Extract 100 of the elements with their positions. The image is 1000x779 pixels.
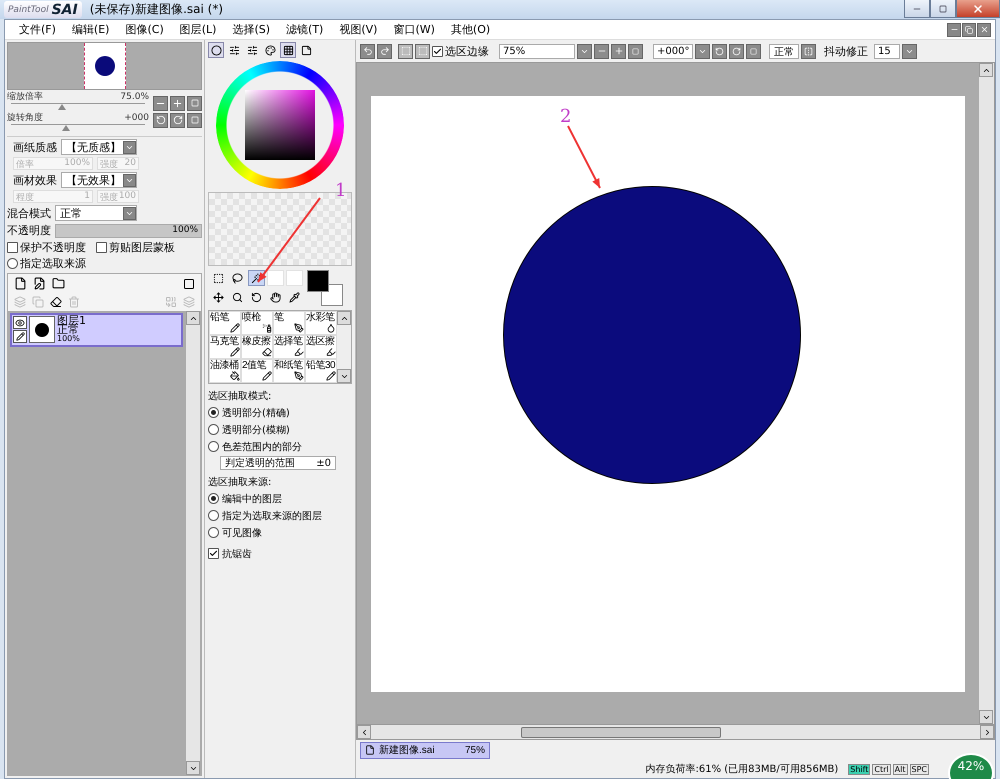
menu-item[interactable]: 文件(F) [11, 22, 64, 37]
reset-button[interactable] [187, 112, 202, 128]
minimize-button[interactable] [904, 0, 930, 18]
scroll-button[interactable] [979, 63, 993, 77]
scroll-button[interactable] [186, 761, 200, 775]
menu-item[interactable]: 视图(V) [331, 22, 386, 37]
eyedropper-icon [289, 292, 300, 302]
menu-item[interactable]: 选择(S) [224, 22, 278, 37]
flip-button[interactable] [801, 44, 816, 58]
annotation-arrow [567, 126, 601, 188]
highlighter-icon [294, 347, 304, 357]
invert-selection-button[interactable] [415, 44, 430, 58]
menu-item[interactable]: 窗口(W) [385, 22, 443, 37]
dropdown-button[interactable] [695, 44, 710, 58]
range-field[interactable]: 判定透明的范围 ±0 [220, 456, 336, 470]
radio-button[interactable] [208, 441, 219, 452]
minimize-button[interactable] [947, 22, 961, 36]
zoom-out-button[interactable] [594, 44, 609, 58]
maximize-button[interactable] [930, 0, 956, 18]
opacity-slider[interactable]: 100% [55, 224, 202, 238]
radio-button[interactable] [208, 493, 219, 504]
radio-button[interactable] [7, 258, 18, 269]
brush-slot[interactable]: 喷枪 [241, 311, 273, 335]
square-icon [750, 48, 757, 54]
brush-slot[interactable]: 选择笔 [273, 335, 305, 359]
dropdown-button[interactable] [902, 44, 917, 58]
radio-button[interactable] [208, 407, 219, 418]
brush-slot[interactable]: 马克笔 [209, 335, 241, 359]
check-icon [209, 549, 218, 558]
menu-item[interactable]: 图层(L) [172, 22, 224, 37]
scrollbar[interactable] [337, 311, 351, 383]
lock-toggle[interactable] [13, 330, 27, 343]
color-swatch[interactable] [307, 270, 343, 306]
menu-item[interactable]: 图像(C) [117, 22, 172, 37]
field-label: 不透明度 [7, 223, 51, 238]
radio-button[interactable] [208, 510, 219, 521]
lasso-icon [232, 272, 243, 284]
radio-button[interactable] [208, 527, 219, 538]
deselect-button[interactable] [398, 44, 413, 58]
scroll-button[interactable] [186, 311, 200, 325]
field-label: 混合模式 [7, 206, 51, 220]
restore-button[interactable] [962, 22, 976, 36]
radio-button[interactable] [208, 424, 219, 435]
stabilizer-field[interactable]: 15 [874, 44, 900, 58]
checkbox[interactable] [7, 242, 18, 253]
texture-dropdown[interactable]: 【无效果】 [61, 172, 137, 188]
menu-item[interactable]: 其他(O) [442, 22, 498, 37]
brush-slot[interactable]: 和纸笔 [273, 359, 305, 383]
reset-button[interactable] [187, 96, 202, 110]
blend-mode-button[interactable]: 正常 [769, 44, 799, 58]
scrollbar[interactable] [979, 63, 994, 724]
layer-item[interactable]: 图层1 正常 100% [10, 313, 183, 347]
brush-slot[interactable]: 水彩笔 [305, 311, 337, 335]
checkbox[interactable] [96, 242, 107, 253]
dropdown-button[interactable] [577, 44, 592, 58]
visibility-toggle[interactable] [13, 316, 27, 329]
eraser-icon [262, 347, 272, 357]
color-square[interactable] [245, 90, 315, 160]
scrollbar[interactable] [356, 725, 995, 740]
rotate-right-button[interactable] [729, 44, 744, 58]
rotation-slider[interactable]: 旋转角度 +000 [7, 113, 149, 131]
reset-button[interactable] [628, 44, 643, 58]
scroll-button[interactable] [980, 725, 994, 739]
texture-dropdown[interactable]: 【无质感】 [61, 139, 137, 155]
zoom-field[interactable]: 75% [499, 44, 575, 58]
color-mode-tab[interactable] [208, 42, 224, 58]
brush-slot[interactable]: 橡皮擦 [241, 335, 273, 359]
scroll-button[interactable] [337, 369, 351, 383]
redo-button[interactable] [377, 44, 392, 58]
checkbox[interactable] [208, 548, 219, 559]
angle-field[interactable]: +000° [653, 44, 693, 58]
rotate-right-button[interactable] [170, 112, 185, 128]
reset-button[interactable] [746, 44, 761, 58]
color-mode-tab[interactable] [280, 42, 296, 58]
brush-slot[interactable]: 2值笔 [241, 359, 273, 383]
scrollbar[interactable] [186, 311, 200, 775]
brush-slot[interactable]: 铅笔 [209, 311, 241, 335]
zoom-in-button[interactable] [170, 96, 185, 110]
close-icon [980, 25, 988, 34]
undo-button[interactable] [360, 44, 375, 58]
close-button[interactable] [956, 0, 1000, 18]
brush-slot[interactable]: 笔 [273, 311, 305, 335]
brush-slot[interactable]: 铅笔30 [305, 359, 337, 383]
restore-icon [965, 26, 973, 34]
zoom-out-button[interactable] [153, 96, 168, 110]
brush-slot[interactable]: 油漆桶 [209, 359, 241, 383]
scroll-button[interactable] [979, 710, 993, 724]
blend-mode-dropdown[interactable]: 正常 [55, 205, 137, 221]
brush-slot[interactable]: 选区擦 [305, 335, 337, 359]
document-tab[interactable]: 新建图像.sai 75% [360, 742, 490, 758]
rotate-left-button[interactable] [153, 112, 168, 128]
zoom-in-button[interactable] [611, 44, 626, 58]
scroll-button[interactable] [337, 311, 351, 325]
rotate-left-button[interactable] [712, 44, 727, 58]
menu-item[interactable]: 编辑(E) [64, 22, 118, 37]
close-button[interactable] [977, 22, 991, 36]
zoom-slider[interactable]: 缩放倍率 75.0% [7, 92, 149, 110]
scroll-button[interactable] [357, 725, 371, 739]
checkbox[interactable] [432, 46, 443, 56]
menu-item[interactable]: 滤镜(T) [278, 22, 332, 37]
